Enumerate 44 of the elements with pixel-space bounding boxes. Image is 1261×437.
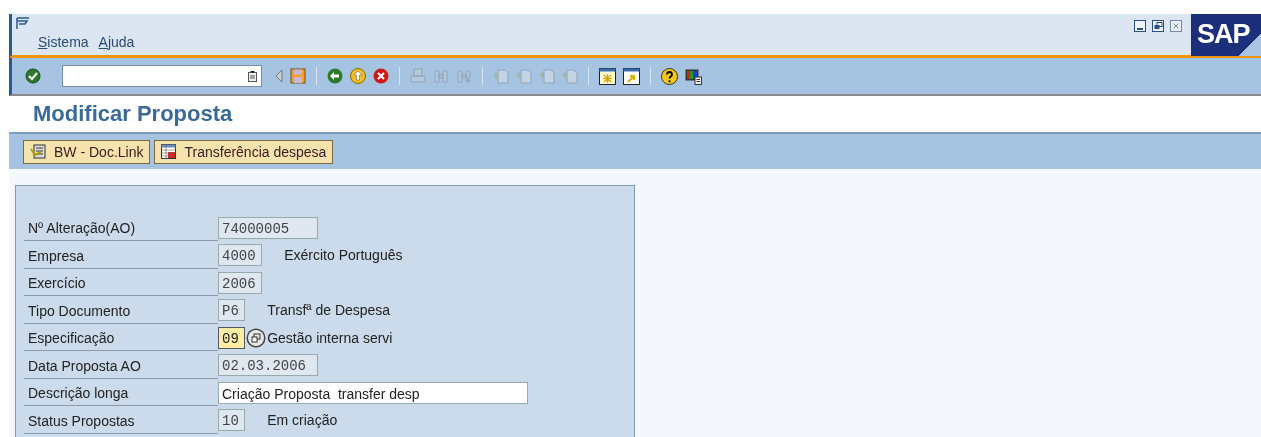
input-field[interactable]: 10 — [218, 409, 246, 432]
document-link-icon — [30, 144, 46, 159]
logo: SAP — [1191, 14, 1261, 56]
layout-settings-icon[interactable] — [685, 67, 702, 85]
field-label: Tipo Documento — [24, 296, 218, 324]
input-field[interactable]: P6 — [218, 299, 246, 322]
cancel-icon[interactable] — [373, 68, 389, 84]
system-menu-icon[interactable] — [16, 17, 30, 30]
field-label: Nº Alteração(AO) — [24, 214, 218, 242]
field-label: Especificação — [24, 324, 218, 352]
table-icon — [161, 144, 177, 159]
left-arrow-icon[interactable] — [275, 69, 283, 83]
value-help-icon[interactable] — [246, 327, 267, 348]
help-icon[interactable] — [661, 67, 678, 85]
input-field[interactable]: 09 — [218, 326, 246, 349]
up-icon[interactable] — [350, 68, 366, 84]
field-description: Em criação — [267, 412, 338, 429]
menu-item[interactable]: Sistema — [38, 34, 89, 50]
field-label: Status Propostas — [24, 406, 218, 434]
app-button[interactable]: Transferência despesa — [154, 139, 334, 164]
field-label: Descrição longa — [24, 379, 218, 407]
input-field[interactable]: Criação Proposta transfer desp — [218, 381, 528, 404]
field-description: Exército Português — [284, 247, 403, 264]
minimize-icon[interactable] — [1134, 20, 1146, 32]
input-field[interactable]: 2006 — [218, 271, 263, 294]
list-icon — [248, 70, 257, 82]
input-field[interactable]: 02.03.2006 — [218, 354, 318, 377]
field-label: Exercício — [24, 269, 218, 297]
field-label: Empresa — [24, 241, 218, 269]
field-label: Data Proposta AO — [24, 351, 218, 379]
menu-item[interactable]: Ajuda — [98, 34, 135, 50]
restore-icon[interactable] — [1152, 20, 1164, 32]
close-icon[interactable] — [1170, 20, 1182, 32]
new-window-icon[interactable] — [599, 67, 616, 85]
field-description: Transfª de Despesa — [267, 302, 391, 319]
app-button[interactable]: BW - Doc.Link — [23, 139, 151, 164]
field-description: Gestão interna servi — [267, 329, 393, 346]
screen-title: Modificar Proposta — [33, 101, 233, 127]
input-field[interactable]: 4000 — [218, 244, 263, 267]
back-icon[interactable] — [327, 68, 343, 84]
enter-icon[interactable] — [25, 68, 41, 84]
input-field[interactable]: 74000005 — [218, 216, 318, 239]
shortcut-icon[interactable] — [623, 67, 640, 85]
command-field[interactable] — [62, 65, 262, 87]
